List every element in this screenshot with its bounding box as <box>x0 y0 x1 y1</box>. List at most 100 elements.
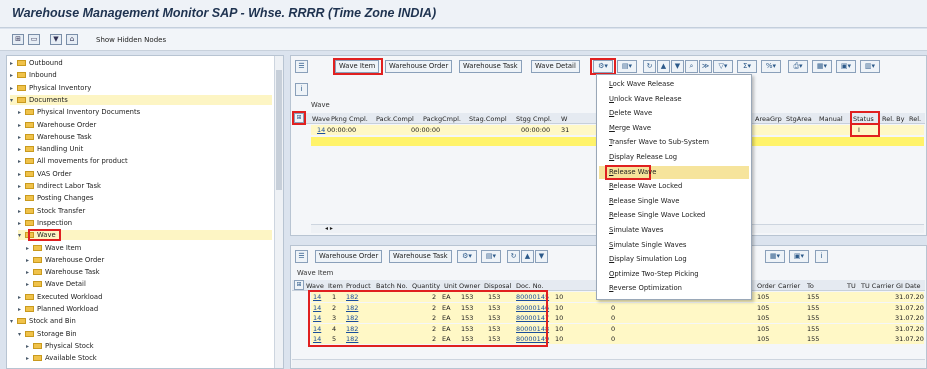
cell-wave[interactable]: 14 <box>313 334 321 344</box>
warehouse-task-button[interactable]: Warehouse Task <box>459 60 522 73</box>
cell-doc[interactable]: 80000148 <box>516 324 549 334</box>
expand-right-icon[interactable]: ▸ <box>18 305 25 315</box>
cell-doc[interactable]: 80000149 <box>516 334 549 344</box>
expand-right-icon[interactable]: ▸ <box>18 219 25 229</box>
col-wave[interactable]: Wave <box>306 281 324 291</box>
tree-node[interactable]: ▸ Wave Detail <box>26 279 272 289</box>
details-icon[interactable]: ☰ <box>295 250 308 263</box>
tree-node[interactable]: ▸ Warehouse Order <box>18 120 272 130</box>
tree-node[interactable]: ▸ Posting Changes <box>18 193 272 203</box>
expand-right-icon[interactable]: ▸ <box>18 145 25 155</box>
tree-node[interactable]: ▸ Executed Workload <box>18 292 272 302</box>
tree-node[interactable]: ▸ Indirect Labor Task <box>18 181 272 191</box>
col-owner[interactable]: Owner <box>459 281 480 291</box>
menu-item[interactable]: Release Single Wave Locked <box>609 209 705 222</box>
sum-icon[interactable]: Σ▾ <box>737 60 757 73</box>
table-row[interactable] <box>311 323 924 334</box>
expand-right-icon[interactable]: ▸ <box>26 244 33 254</box>
menu-item[interactable]: Optimize Two-Step Picking <box>609 268 699 281</box>
sort-descending-icon[interactable]: ▼ <box>535 250 548 263</box>
col-areagrp[interactable]: AreaGrp <box>755 114 782 124</box>
expand-right-icon[interactable]: ▸ <box>18 194 25 204</box>
wave-item-actions-button[interactable]: ⚙▾ <box>457 250 477 263</box>
filter-icon[interactable]: ▽▾ <box>713 60 733 73</box>
tree-node[interactable]: ▸ VAS Order <box>18 169 272 179</box>
menu-item[interactable]: Merge Wave <box>609 122 651 135</box>
expand-right-icon[interactable]: ▸ <box>18 207 25 217</box>
select-all-icon[interactable]: ⊞ <box>294 280 304 290</box>
table-row[interactable] <box>311 313 924 324</box>
menu-item[interactable]: Display Simulation Log <box>609 253 687 266</box>
refresh-icon[interactable]: ↻ <box>507 250 520 263</box>
menu-item[interactable]: Unlock Wave Release <box>609 93 682 106</box>
expand-down-icon[interactable]: ▾ <box>18 231 25 241</box>
print-icon[interactable]: ▤▾ <box>617 60 637 73</box>
col-batch-no[interactable]: Batch No. <box>376 281 408 291</box>
tree-node[interactable]: ▾ Wave <box>18 230 272 241</box>
col-pkng-cmpl[interactable]: Pkng Cmpl. <box>331 114 368 124</box>
refresh-icon[interactable]: ↻ <box>643 60 656 73</box>
tree-node[interactable]: ▸ Physical Stock <box>26 341 272 351</box>
cell-product[interactable]: 182 <box>346 303 358 313</box>
expand-right-icon[interactable]: ▸ <box>10 59 17 69</box>
col-carrier[interactable]: Carrier <box>778 281 800 291</box>
cell-product[interactable]: 182 <box>346 324 358 334</box>
col-order[interactable]: Order <box>757 281 775 291</box>
tree-layout-icon[interactable]: ⊞ <box>12 34 24 45</box>
menu-item[interactable]: Release Single Wave <box>609 195 679 208</box>
cell-wave[interactable]: 14 <box>317 125 325 135</box>
col-packg-cmpl[interactable]: PackgCmpl. <box>423 114 461 124</box>
cell-wave[interactable]: 14 <box>313 303 321 313</box>
col-gi-date[interactable]: GI Date <box>896 281 921 291</box>
expand-right-icon[interactable]: ▸ <box>18 182 25 192</box>
info-icon[interactable]: i <box>815 250 828 263</box>
scroll-left-icon[interactable]: ◂ ▸ <box>325 224 333 234</box>
col-product[interactable]: Product <box>346 281 371 291</box>
info-icon[interactable]: i <box>295 83 308 96</box>
expand-right-icon[interactable]: ▸ <box>18 121 25 131</box>
menu-item[interactable]: Display Release Log <box>609 151 677 164</box>
menu-item[interactable]: Reverse Optimization <box>609 282 682 295</box>
col-rel[interactable]: Rel. <box>909 114 921 124</box>
warehouse-order-button[interactable]: Warehouse Order <box>315 250 383 263</box>
expand-down-icon[interactable]: ▾ <box>10 96 17 106</box>
tree-node[interactable]: ▾ Documents <box>10 94 272 106</box>
col-item[interactable]: Item <box>328 281 343 291</box>
col-unit[interactable]: Unit <box>444 281 457 291</box>
col-to[interactable]: To <box>807 281 814 291</box>
tree-scrollbar[interactable] <box>274 56 283 368</box>
col-rel-by[interactable]: Rel. By <box>882 114 904 124</box>
tree-node[interactable]: ▸ Inspection <box>18 218 272 228</box>
col-quantity[interactable]: Quantity <box>412 281 440 291</box>
tree-node[interactable]: ▸ Available Stock <box>26 353 272 363</box>
wave-detail-button[interactable]: Wave Detail <box>531 60 580 73</box>
tree-node[interactable]: ▸ Wave Item <box>26 243 272 253</box>
expand-right-icon[interactable]: ▸ <box>10 71 17 81</box>
expand-right-icon[interactable]: ▸ <box>26 268 33 278</box>
tree-node[interactable]: ▸ Physical Inventory <box>10 83 272 93</box>
layout-icon[interactable]: ▦▾ <box>812 60 832 73</box>
col-disposal[interactable]: Disposal <box>484 281 511 291</box>
filter-icon[interactable]: ▼ <box>50 34 62 45</box>
warehouse-task-button[interactable]: Warehouse Task <box>389 250 452 263</box>
find-icon[interactable]: ⌕ <box>685 60 698 73</box>
scrollbar-thumb[interactable] <box>276 70 282 190</box>
tree-node[interactable]: ▾ Storage Bin <box>18 329 272 339</box>
window-icon[interactable]: ▭ <box>28 34 40 45</box>
tree-node[interactable]: ▸ Warehouse Order <box>26 255 272 265</box>
tree-node[interactable]: ▸ Handling Unit <box>18 144 272 154</box>
col-stag-compl[interactable]: Stag.Compl <box>469 114 507 124</box>
cell-wave[interactable]: 14 <box>313 313 321 323</box>
cell-doc[interactable]: 80000147 <box>516 313 549 323</box>
tree-node[interactable]: ▸ Stock Transfer <box>18 206 272 216</box>
cell-product[interactable]: 182 <box>346 334 358 344</box>
hierarchy-icon[interactable]: ⌂ <box>66 34 78 45</box>
print-icon[interactable]: ▤▾ <box>481 250 501 263</box>
expand-down-icon[interactable]: ▾ <box>18 330 25 340</box>
tree-node[interactable]: ▾ Stock and Bin <box>10 316 272 326</box>
warehouse-order-button[interactable]: Warehouse Order <box>385 60 453 73</box>
expand-right-icon[interactable]: ▸ <box>18 170 25 180</box>
wave-actions-menu-button[interactable]: ⚙▾ <box>593 60 613 73</box>
tree-node[interactable]: ▸ Inbound <box>10 70 272 80</box>
col-pack-compl[interactable]: Pack.Compl <box>376 114 414 124</box>
